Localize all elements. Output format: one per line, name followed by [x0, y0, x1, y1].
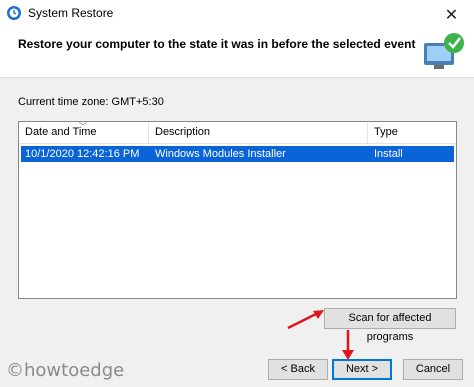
title-bar: System Restore ✕ — [0, 0, 474, 29]
wizard-body: Current time zone: GMT+5:30 Date and Tim… — [0, 77, 474, 387]
column-date-and-time[interactable]: Date and Time ﹀ — [19, 122, 149, 143]
close-button[interactable]: ✕ — [429, 0, 474, 29]
current-timezone: Current time zone: GMT+5:30 — [18, 96, 164, 108]
row-description: Windows Modules Installer — [155, 148, 286, 160]
table-row[interactable]: 10/1/2020 12:42:16 PM Windows Modules In… — [21, 146, 454, 162]
scan-affected-programs-button[interactable]: Scan for affected programs — [324, 308, 456, 343]
column-label: Type — [374, 126, 398, 138]
annotation-arrow-next-icon — [342, 330, 354, 360]
cancel-button[interactable]: Cancel — [403, 359, 463, 380]
list-header: Date and Time ﹀ Description Type — [19, 122, 456, 144]
column-type[interactable]: Type — [368, 122, 456, 143]
restore-points-list[interactable]: Date and Time ﹀ Description Type 10/1/20… — [18, 121, 457, 299]
restore-computer-icon — [424, 33, 464, 69]
back-button[interactable]: < Back — [268, 359, 328, 380]
column-description[interactable]: Description — [149, 122, 368, 143]
row-date: 10/1/2020 12:42:16 PM — [25, 148, 140, 160]
wizard-header: Restore your computer to the state it wa… — [0, 29, 474, 77]
sort-arrow-icon: ﹀ — [79, 122, 87, 131]
annotation-arrow-scan-icon — [287, 310, 324, 330]
system-restore-icon — [7, 6, 21, 20]
column-label: Description — [155, 126, 211, 138]
watermark: ©howtoedge — [6, 360, 125, 381]
window-title: System Restore — [28, 6, 114, 20]
header-instruction: Restore your computer to the state it wa… — [18, 37, 416, 51]
next-button[interactable]: Next > — [332, 359, 392, 380]
row-type: Install — [374, 148, 403, 160]
